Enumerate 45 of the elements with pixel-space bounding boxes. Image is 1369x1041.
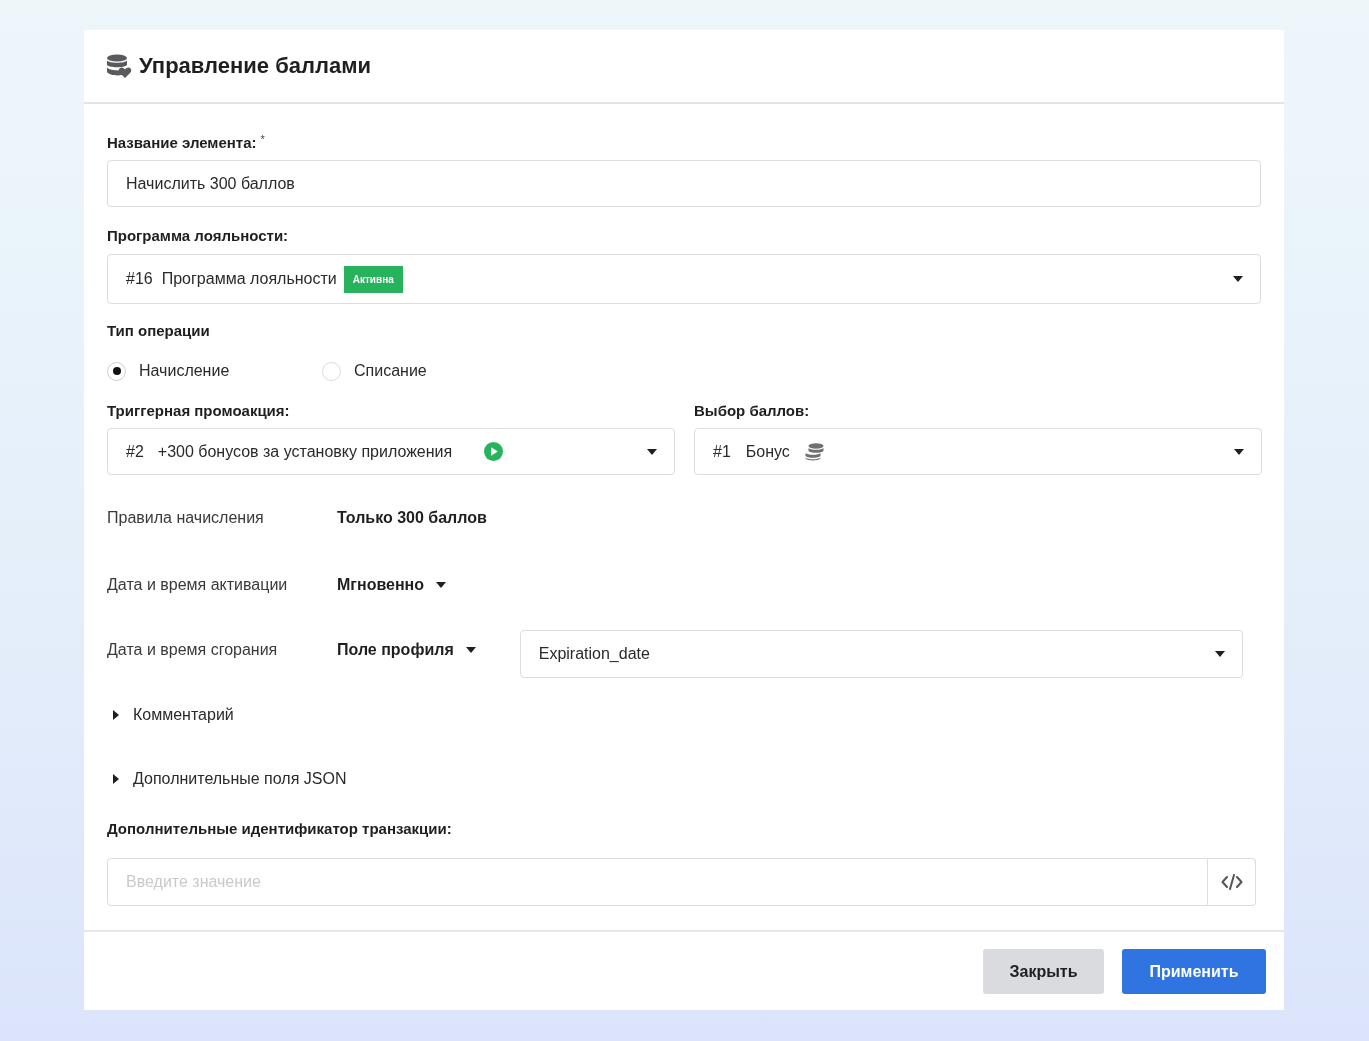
selected-option: Expiration_date	[538, 644, 650, 663]
option-number: #2	[126, 442, 144, 461]
dropdown-button[interactable]: Мгновенно	[337, 576, 447, 594]
input-field[interactable]: Начислить 300 баллов	[107, 160, 1261, 207]
select-field[interactable]: Expiration_date	[519, 629, 1243, 678]
section-label: Тип операции	[107, 321, 211, 341]
select-field[interactable]: #2 +300 бонусов за установку приложения	[107, 428, 675, 475]
caret-down-icon	[1234, 448, 1244, 455]
setting-label: Дата и время активации	[107, 576, 289, 594]
play-icon	[484, 442, 504, 461]
radio-label: Начисление	[139, 362, 230, 380]
caret-down-icon	[1215, 650, 1225, 657]
field-label: Дополнительные идентификатор транзакции:	[107, 819, 453, 839]
coins-icon	[804, 442, 824, 461]
dropdown-button[interactable]: Поле профиля	[337, 641, 476, 659]
code-icon	[1220, 874, 1243, 890]
select-field[interactable]: #1 Бонус	[694, 428, 1262, 475]
field-label: Триггерная промоакция:	[107, 401, 291, 421]
radio-icon[interactable]	[107, 361, 126, 381]
close-button[interactable]: Закрыть	[983, 949, 1104, 994]
status-badge: Активна	[343, 265, 403, 293]
option-number: #1	[713, 442, 731, 461]
option-number: #16	[126, 270, 153, 288]
database-heart-icon	[106, 54, 132, 78]
setting-label: Правила начисления	[107, 509, 265, 527]
caret-down-icon	[436, 582, 447, 588]
field-label: Название элемента: *	[107, 133, 266, 153]
selected-option: +300 бонусов за установку приложения	[157, 442, 453, 461]
selected-option: Программа лояльности	[161, 270, 337, 288]
caret-down-icon	[647, 448, 657, 455]
caret-down-icon	[1233, 276, 1243, 282]
collapsible-section[interactable]: Комментарий	[107, 705, 234, 725]
field-label: Программа лояльности:	[107, 226, 290, 246]
dialog-title: Управление баллами	[139, 53, 371, 79]
radio-icon[interactable]	[322, 361, 341, 381]
caret-down-icon	[465, 647, 476, 653]
collapsible-section[interactable]: Дополнительные поля JSON	[107, 769, 347, 789]
setting-value: Только 300 баллов	[337, 509, 487, 527]
code-button[interactable]	[1208, 858, 1256, 906]
apply-button[interactable]: Применить	[1122, 949, 1266, 994]
setting-label: Дата и время сгорания	[107, 641, 279, 659]
field-label: Выбор баллов:	[694, 401, 811, 421]
selected-option: Бонус	[745, 442, 790, 461]
select-field[interactable]: #16 Программа лояльности Активна	[107, 254, 1261, 304]
radio-label: Списание	[354, 362, 427, 380]
